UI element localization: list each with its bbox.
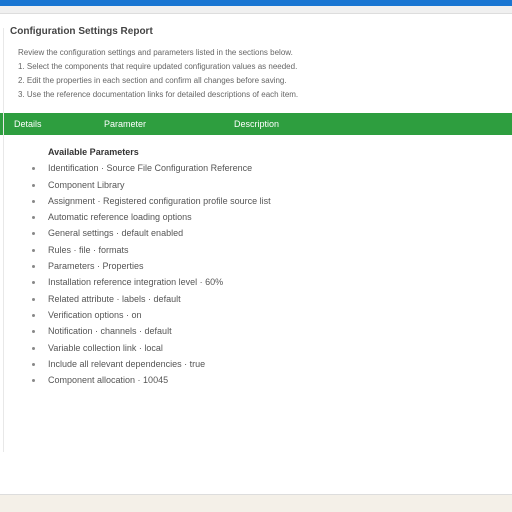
list-item[interactable]: Verification options · on: [48, 308, 506, 323]
intro-line-1: 1. Select the components that require up…: [18, 61, 506, 73]
list-item[interactable]: General settings · default enabled: [48, 226, 506, 241]
list-header: Available Parameters: [48, 145, 506, 160]
parameter-list: Available Parameters Identification · So…: [6, 135, 506, 388]
list-item[interactable]: Include all relevant dependencies · true: [48, 357, 506, 372]
list-item[interactable]: Rules · file · formats: [48, 243, 506, 258]
page-title: Configuration Settings Report: [6, 26, 506, 37]
intro-line-2: 2. Edit the properties in each section a…: [18, 75, 506, 87]
list-item[interactable]: Related attribute · labels · default: [48, 292, 506, 307]
header-col-details[interactable]: Details: [0, 119, 90, 129]
table-header-bar: Details Parameter Description: [0, 113, 512, 135]
list-item[interactable]: Automatic reference loading options: [48, 210, 506, 225]
header-col-parameter[interactable]: Parameter: [90, 119, 220, 129]
list-item[interactable]: Variable collection link · local: [48, 341, 506, 356]
intro-block: Review the configuration settings and pa…: [6, 47, 506, 101]
header-col-description[interactable]: Description: [220, 119, 512, 129]
list-item[interactable]: Parameters · Properties: [48, 259, 506, 274]
list-item[interactable]: Installation reference integration level…: [48, 275, 506, 290]
list-item[interactable]: Notification · channels · default: [48, 324, 506, 339]
list-item[interactable]: Component allocation · 10045: [48, 373, 506, 388]
status-bar: [0, 494, 512, 512]
intro-line-3: 3. Use the reference documentation links…: [18, 89, 506, 101]
margin-rule: [3, 28, 4, 452]
list-item[interactable]: Component Library: [48, 178, 506, 193]
intro-line-0: Review the configuration settings and pa…: [18, 47, 506, 59]
list-item[interactable]: Identification · Source File Configurati…: [48, 161, 506, 176]
list-item[interactable]: Assignment · Registered configuration pr…: [48, 194, 506, 209]
browser-tab[interactable]: [0, 6, 512, 14]
main-content: Configuration Settings Report Review the…: [0, 14, 512, 395]
